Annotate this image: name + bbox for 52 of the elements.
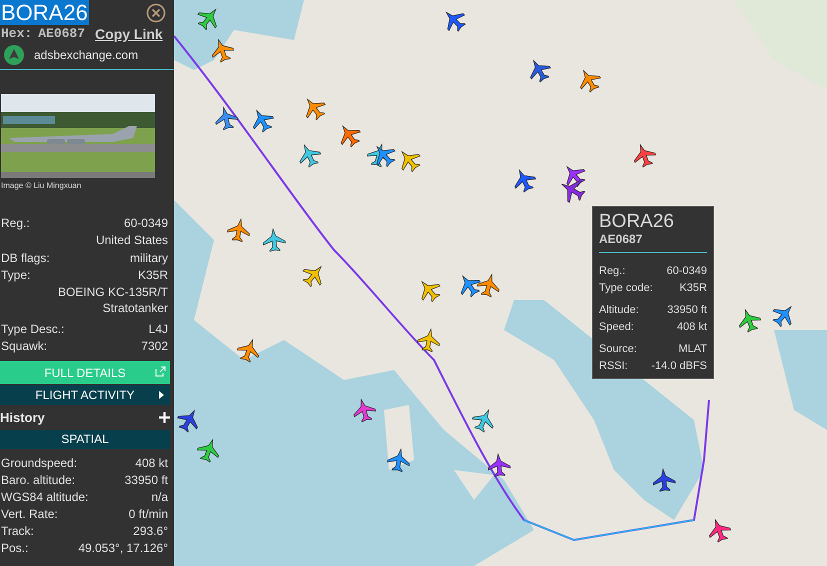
site-name[interactable]: adsbexchange.com <box>34 46 138 64</box>
callsign-title: BORA26 <box>0 0 89 25</box>
field-value: 60-0349 <box>124 215 168 231</box>
field-value: 33950 ft <box>124 472 168 488</box>
field-label: Track: <box>1 523 34 539</box>
tooltip-callsign: BORA26 <box>599 211 675 232</box>
close-icon[interactable] <box>146 2 166 22</box>
tooltip-label: Reg.: <box>599 264 626 279</box>
field-value: n/a <box>151 489 168 505</box>
field-value: 293.6° <box>133 523 168 539</box>
field-value: 49.053°, 17.126° <box>78 540 168 556</box>
copy-link[interactable]: Copy Link <box>95 26 163 42</box>
tooltip-label: RSSI: <box>599 359 628 374</box>
history-toggle[interactable]: History <box>0 405 174 430</box>
tooltip-value: 408 kt <box>677 320 707 335</box>
field-label: Type: <box>1 267 30 283</box>
external-link-icon <box>155 366 166 377</box>
field-label: Groundspeed: <box>1 455 78 471</box>
field-label: Reg.: <box>1 215 30 231</box>
field-label: Type Desc.: <box>1 321 64 337</box>
field-value: 7302 <box>141 338 168 354</box>
caret-icon <box>159 391 164 399</box>
field-label: Vert. Rate: <box>1 506 58 522</box>
section-header: SPATIAL <box>0 430 170 449</box>
tooltip-label: Speed: <box>599 320 634 335</box>
field-value: military <box>130 250 168 266</box>
tooltip-value: 33950 ft <box>667 303 707 318</box>
field-label: DB flags: <box>1 250 50 266</box>
tooltip-label: Source: <box>599 342 637 357</box>
field-value: L4J <box>148 321 168 337</box>
tooltip-value: 60-0349 <box>666 264 707 279</box>
field-label: Baro. altitude: <box>1 472 76 488</box>
hex-code: AE0687 <box>38 26 86 42</box>
hex-label: Hex: <box>1 26 32 42</box>
field-label: WGS84 altitude: <box>1 489 88 505</box>
logo-icon <box>4 44 24 64</box>
tooltip-hex: AE0687 <box>599 232 707 253</box>
flight-activity-button[interactable]: FLIGHT ACTIVITY <box>0 385 170 405</box>
photo-caption: Image © Liu Mingxuan <box>0 180 82 192</box>
field-value: K35R <box>138 267 168 283</box>
tooltip-label: Type code: <box>599 281 653 296</box>
field-label: Squawk: <box>1 338 48 354</box>
field-value: 408 kt <box>135 455 168 471</box>
plus-icon <box>159 412 170 423</box>
field-value: BOEING KC-135R/T Stratotanker <box>56 284 168 316</box>
tooltip-value: MLAT <box>678 342 707 357</box>
field-value: 0 ft/min <box>128 506 168 522</box>
field-label: Pos.: <box>1 540 28 556</box>
tooltip-value: K35R <box>679 281 707 296</box>
field-value: United States <box>96 232 168 248</box>
tooltip-label: Altitude: <box>599 303 639 318</box>
tooltip-value: -14.0 dBFS <box>651 359 707 374</box>
